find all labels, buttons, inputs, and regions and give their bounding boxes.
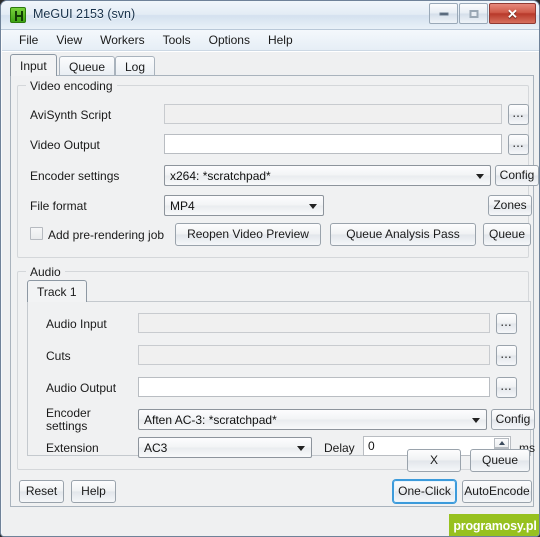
video-encoder-settings-combo[interactable]: x264: *scratchpad* <box>164 165 491 186</box>
audio-tab-track-1[interactable]: Track 1 <box>27 280 87 302</box>
audio-output-label: Audio Output <box>46 381 117 395</box>
extension-label: Extension <box>46 441 99 455</box>
menu-item-options[interactable]: Options <box>200 31 259 49</box>
delay-increment-button[interactable] <box>494 438 509 448</box>
audio-output-browse-button[interactable]: ... <box>496 377 517 398</box>
megui-app-icon <box>10 7 26 23</box>
zones-button[interactable]: Zones <box>488 195 532 216</box>
cuts-field[interactable] <box>138 345 490 365</box>
audio-group: Audio Track 1 Audio Input ... Cuts ... A… <box>17 265 535 472</box>
auto-encode-button[interactable]: AutoEncode <box>462 480 532 503</box>
watermark-text: programosy.pl <box>453 519 537 533</box>
chevron-down-icon <box>472 418 480 423</box>
minimize-button[interactable] <box>429 3 458 24</box>
audio-encoder-settings-value: Aften AC-3: *scratchpad* <box>144 413 277 427</box>
chevron-down-icon <box>309 204 317 209</box>
tab-input[interactable]: Input <box>10 54 57 76</box>
maximize-button[interactable] <box>459 3 488 24</box>
audio-encoder-settings-combo[interactable]: Aften AC-3: *scratchpad* <box>138 409 487 430</box>
video-output-input[interactable] <box>164 134 502 154</box>
delay-value: 0 <box>368 439 375 453</box>
input-tab-page: Video encoding AviSynth Script ... Video… <box>10 75 539 507</box>
audio-track-1-page: Audio Input ... Cuts ... Audio Output ..… <box>27 301 535 458</box>
video-queue-button[interactable]: Queue <box>483 223 531 246</box>
maximize-icon <box>469 9 478 18</box>
extension-combo[interactable]: AC3 <box>138 437 312 458</box>
avisynth-script-input[interactable] <box>164 104 502 124</box>
chevron-up-icon <box>498 440 505 445</box>
window-controls: ✕ <box>428 3 536 24</box>
window-title: MeGUI 2153 (svn) <box>33 7 136 21</box>
add-prerendering-job-checkbox[interactable] <box>30 227 43 240</box>
file-format-label: File format <box>30 199 87 213</box>
reopen-video-preview-button[interactable]: Reopen Video Preview <box>175 223 321 246</box>
menu-item-file[interactable]: File <box>10 31 47 49</box>
megui-main-window: MeGUI 2153 (svn) ✕ File View Workers Too… <box>0 0 540 537</box>
tab-log[interactable]: Log <box>115 56 156 76</box>
video-output-label: Video Output <box>30 138 100 152</box>
video-encoder-settings-value: x264: *scratchpad* <box>170 169 271 183</box>
tab-queue[interactable]: Queue <box>59 56 116 76</box>
minimize-icon <box>439 12 448 15</box>
video-encoder-settings-label: Encoder settings <box>30 169 120 183</box>
audio-encoder-settings-label-line2: settings <box>46 419 88 433</box>
client-area: Input Queue Log Video encoding AviSynth … <box>2 51 539 536</box>
one-click-button[interactable]: One-Click <box>393 480 456 503</box>
audio-output-field[interactable] <box>138 377 490 397</box>
menu-item-tools[interactable]: Tools <box>154 31 200 49</box>
audio-tabstrip: Track 1 <box>27 280 87 302</box>
audio-queue-button[interactable]: Queue <box>470 449 530 472</box>
video-config-button[interactable]: Config <box>495 165 539 186</box>
delay-label: Delay <box>324 441 355 455</box>
site-watermark: programosy.pl <box>449 514 539 536</box>
video-encoding-group-title: Video encoding <box>26 79 117 93</box>
audio-input-browse-button[interactable]: ... <box>496 313 517 334</box>
help-button[interactable]: Help <box>71 480 116 503</box>
cuts-browse-button[interactable]: ... <box>496 345 517 366</box>
audio-input-field[interactable] <box>138 313 490 333</box>
close-button[interactable]: ✕ <box>489 3 536 24</box>
audio-input-label: Audio Input <box>46 317 107 331</box>
main-tabstrip: Input Queue Log <box>10 54 534 76</box>
queue-analysis-pass-button[interactable]: Queue Analysis Pass <box>330 223 476 246</box>
audio-encoder-settings-label-line1: Encoder <box>46 406 91 420</box>
menu-item-help[interactable]: Help <box>259 31 302 49</box>
extension-value: AC3 <box>144 441 168 455</box>
reset-button[interactable]: Reset <box>19 480 64 503</box>
file-format-combo[interactable]: MP4 <box>164 195 324 216</box>
cuts-label: Cuts <box>46 349 71 363</box>
audio-config-button[interactable]: Config <box>491 409 535 430</box>
chevron-down-icon <box>476 174 484 179</box>
video-encoding-group: Video encoding AviSynth Script ... Video… <box>17 79 539 258</box>
menu-item-workers[interactable]: Workers <box>91 31 153 49</box>
avisynth-script-browse-button[interactable]: ... <box>508 104 529 125</box>
menu-item-view[interactable]: View <box>47 31 91 49</box>
avisynth-script-label: AviSynth Script <box>30 108 112 122</box>
menu-bar: File View Workers Tools Options Help <box>2 30 539 51</box>
audio-group-title: Audio <box>26 265 65 279</box>
close-icon: ✕ <box>507 6 518 21</box>
title-bar: MeGUI 2153 (svn) ✕ <box>1 1 539 30</box>
video-output-browse-button[interactable]: ... <box>508 134 529 155</box>
audio-remove-button[interactable]: X <box>407 449 461 472</box>
chevron-down-icon <box>297 446 305 451</box>
file-format-value: MP4 <box>170 199 195 213</box>
add-prerendering-job-label: Add pre-rendering job <box>48 228 165 242</box>
